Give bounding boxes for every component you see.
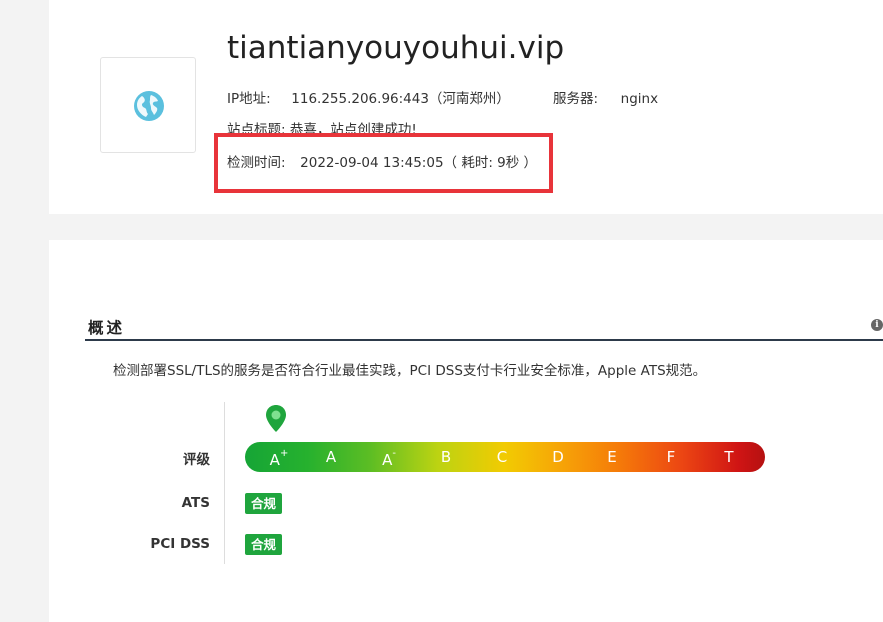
grade-c: C [496,448,508,466]
ip-value: 116.255.206.96:443（河南郑州） [291,91,510,107]
overview-card: 概述 i 检测部署SSL/TLS的服务是否符合行业最佳实践，PCI DSS支付卡… [49,240,883,622]
site-domain: tiantianyouyouhui.vip [227,30,565,66]
globe-icon [134,91,164,121]
site-icon-box [100,57,196,153]
grade-b: B [440,448,452,466]
highlight-box [214,133,553,193]
ip-info-line: IP地址: 116.255.206.96:443（河南郑州） [227,87,510,107]
overview-description: 检测部署SSL/TLS的服务是否符合行业最佳实践，PCI DSS支付卡行业安全标… [113,363,707,379]
server-info-line: 服务器: nginx [553,87,658,107]
site-info-card: tiantianyouyouhui.vip IP地址: 116.255.206.… [49,0,883,214]
section-title: 概述 [88,319,126,337]
info-icon[interactable]: i [871,319,883,331]
grade-a-minus: A- [382,448,396,469]
grade-scale-bar: A+ A A- B C D E F T [245,442,765,472]
rating-label: 评级 [183,452,210,468]
pci-dss-status-badge: 合规 [245,534,283,555]
ip-label: IP地址: [227,91,271,107]
grade-f: F [666,448,676,466]
pci-dss-label: PCI DSS [150,536,210,552]
ats-label: ATS [181,495,210,511]
server-value: nginx [620,91,659,107]
ats-status-badge: 合规 [245,493,283,514]
section-divider [85,339,883,341]
server-label: 服务器: [553,91,599,107]
grade-e: E [607,448,617,466]
rating-divider [224,402,225,564]
grade-a: A [325,448,337,466]
grade-d: D [552,448,564,466]
grade-a-plus: A+ [269,448,289,469]
grade-t: T [724,448,734,466]
location-marker-icon [266,405,286,432]
